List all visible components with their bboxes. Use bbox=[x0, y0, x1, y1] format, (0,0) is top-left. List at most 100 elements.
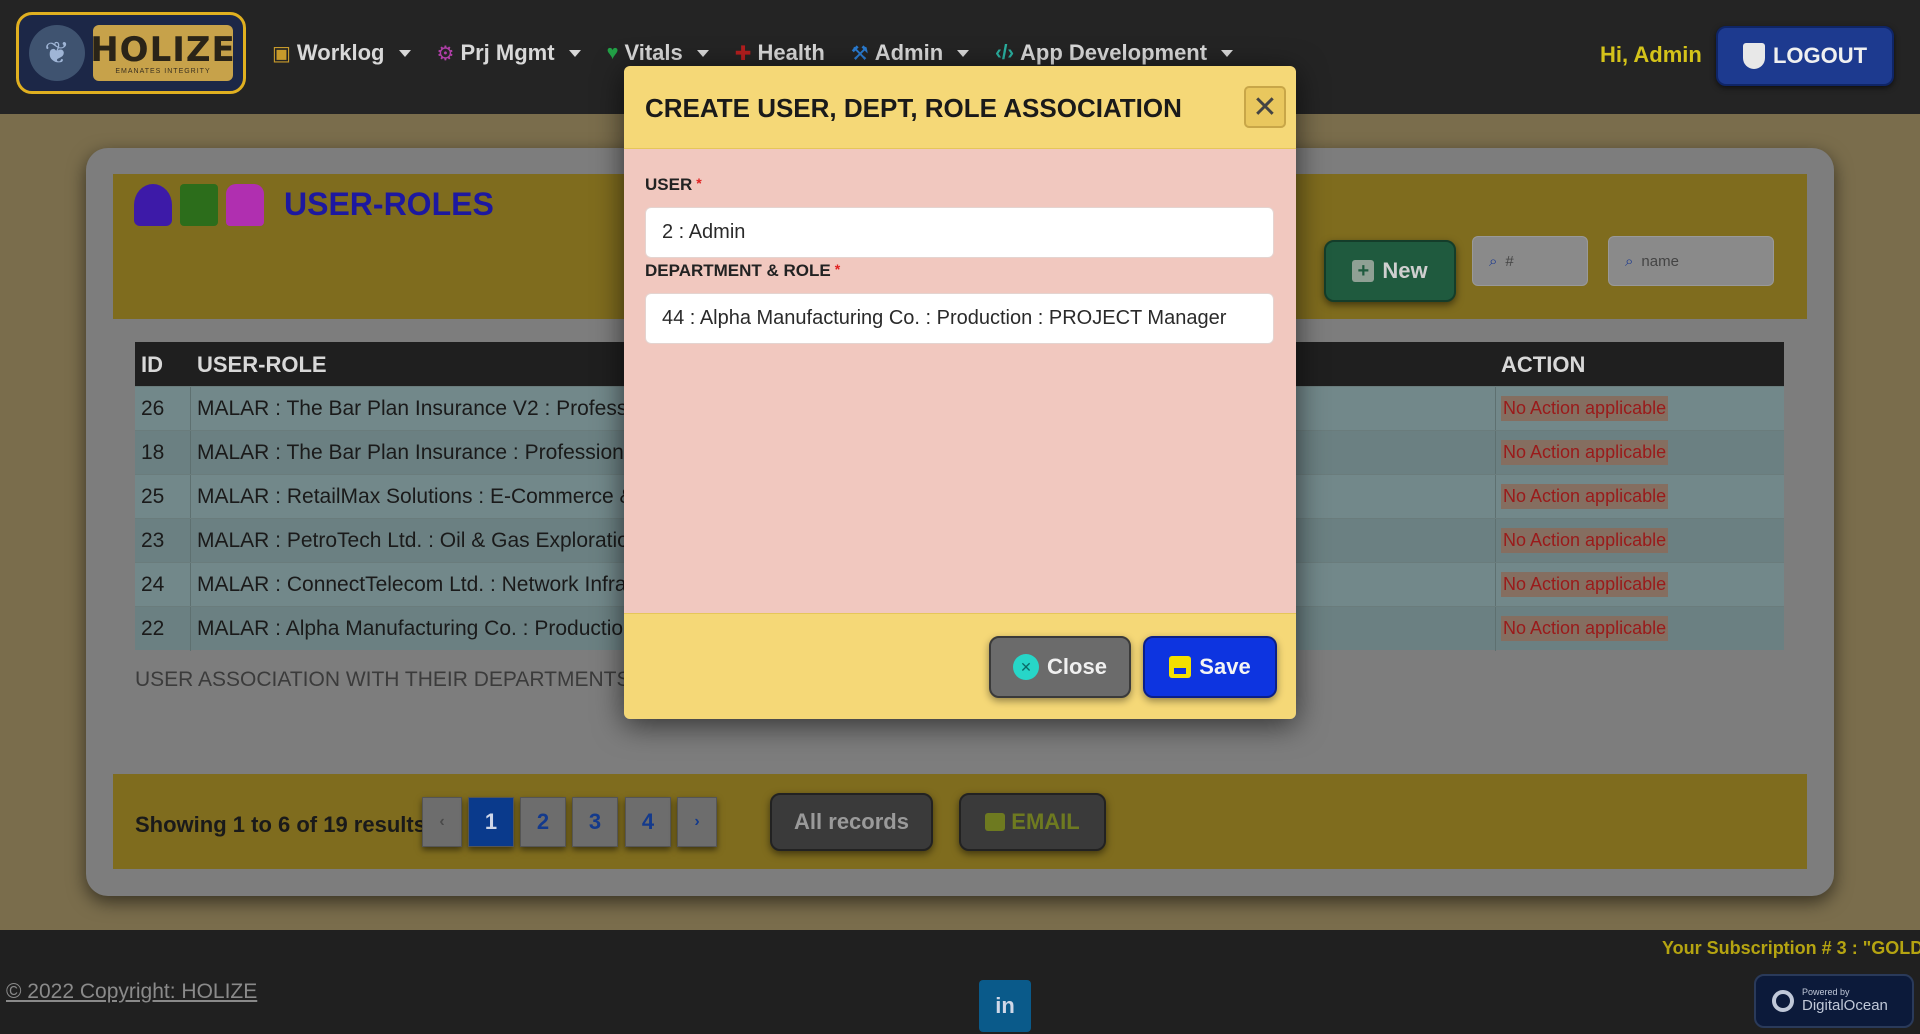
row-action-status: No Action applicable bbox=[1501, 440, 1669, 465]
search-name-input[interactable]: ⌕ name bbox=[1608, 236, 1774, 286]
digitalocean-text: Powered by DigitalOcean bbox=[1802, 987, 1888, 1015]
search-icon: ⌕ bbox=[1489, 252, 1498, 270]
save-label: Save bbox=[1199, 654, 1251, 679]
user-field-label: USER * bbox=[645, 175, 702, 195]
tree-emblem-icon: ❦ bbox=[29, 25, 85, 81]
dept-role-select[interactable]: 44 : Alpha Manufacturing Co. : Productio… bbox=[645, 293, 1274, 344]
column-header-user-role[interactable]: USER-ROLE bbox=[197, 352, 327, 378]
column-divider bbox=[190, 519, 191, 563]
search-name-placeholder: name bbox=[1641, 252, 1679, 270]
close-label: Close bbox=[1047, 654, 1107, 679]
pagination-page-3[interactable]: 3 bbox=[572, 797, 618, 847]
required-marker: * bbox=[696, 175, 702, 191]
row-action-status: No Action applicable bbox=[1501, 528, 1669, 553]
row-action-status: No Action applicable bbox=[1501, 396, 1669, 421]
row-id: 18 bbox=[141, 441, 165, 464]
chevron-down-icon bbox=[957, 49, 970, 57]
brand-textbox: HOLIZE EMANATES INTEGRITY bbox=[90, 25, 235, 81]
briefcase-icon: ▣ bbox=[272, 42, 291, 65]
building-icon bbox=[180, 184, 218, 226]
row-action-status: No Action applicable bbox=[1501, 484, 1669, 509]
page-title: USER-ROLES bbox=[284, 186, 494, 222]
powered-by-small: Powered by bbox=[1802, 987, 1850, 997]
dept-role-label-text: DEPARTMENT & ROLE bbox=[645, 261, 831, 280]
column-divider bbox=[1495, 475, 1496, 519]
logout-label: LOGOUT bbox=[1772, 43, 1868, 68]
row-id: 25 bbox=[141, 485, 165, 508]
project-icon: ⚙ bbox=[436, 42, 455, 65]
row-user-role: MALAR : The Bar Plan Insurance V2 : Prof… bbox=[197, 397, 632, 420]
nav-health[interactable]: ✚ Health bbox=[735, 40, 825, 66]
digitalocean-badge[interactable]: Powered by DigitalOcean bbox=[1754, 974, 1914, 1028]
column-header-action: ACTION bbox=[1501, 352, 1586, 377]
pagination-page-4[interactable]: 4 bbox=[625, 797, 671, 847]
nav-app-development[interactable]: ‹/› App Development bbox=[995, 40, 1234, 66]
pagination-page-1[interactable]: 1 bbox=[468, 797, 514, 847]
pagination-prev[interactable]: ‹ bbox=[422, 797, 462, 847]
email-label: EMAIL bbox=[1011, 809, 1080, 834]
plus-icon: + bbox=[1352, 260, 1375, 282]
nav-admin[interactable]: ⚒ Admin bbox=[851, 40, 970, 66]
email-icon bbox=[985, 813, 1006, 831]
row-user-role: MALAR : PetroTech Ltd. : Oil & Gas Explo… bbox=[197, 529, 629, 552]
shield-icon bbox=[1742, 43, 1765, 69]
pagination-next[interactable]: › bbox=[677, 797, 717, 847]
modal-header: CREATE USER, DEPT, ROLE ASSOCIATION ✕ bbox=[624, 66, 1296, 149]
brand-logo[interactable]: ❦ HOLIZE EMANATES INTEGRITY bbox=[16, 12, 246, 94]
column-divider bbox=[190, 475, 191, 519]
save-button[interactable]: Save bbox=[1143, 636, 1277, 698]
nav-worklog-label: Worklog bbox=[296, 40, 385, 65]
pagination-page-2[interactable]: 2 bbox=[520, 797, 566, 847]
row-action-status: No Action applicable bbox=[1501, 616, 1669, 641]
user-icon bbox=[134, 184, 172, 226]
column-divider bbox=[1495, 519, 1496, 563]
copyright-link[interactable]: © 2022 Copyright: HOLIZE bbox=[6, 980, 257, 1004]
column-divider bbox=[190, 607, 191, 651]
new-button[interactable]: + New bbox=[1324, 240, 1456, 302]
column-divider bbox=[190, 387, 191, 431]
email-button[interactable]: EMAIL bbox=[959, 793, 1106, 851]
new-label: New bbox=[1382, 258, 1428, 283]
user-label-text: USER bbox=[645, 175, 693, 194]
close-circle-icon: ✕ bbox=[1013, 654, 1040, 680]
row-user-role: MALAR : ConnectTelecom Ltd. : Network In… bbox=[197, 573, 627, 596]
logout-button[interactable]: LOGOUT bbox=[1716, 26, 1894, 86]
digitalocean-icon bbox=[1772, 990, 1794, 1012]
main-menu: ▣ Worklog ⚙ Prj Mgmt ♥ Vitals ✚ Health ⚒… bbox=[272, 40, 1234, 66]
page-footer bbox=[0, 930, 1920, 1034]
row-id: 26 bbox=[141, 397, 165, 420]
modal-close-icon[interactable]: ✕ bbox=[1244, 86, 1286, 128]
chevron-down-icon bbox=[696, 49, 709, 57]
results-summary: Showing 1 to 6 of 19 results bbox=[135, 812, 426, 837]
row-id: 22 bbox=[141, 617, 165, 640]
search-id-placeholder: # bbox=[1505, 252, 1514, 270]
linkedin-icon[interactable]: in bbox=[979, 980, 1031, 1032]
heart-icon: ♥ bbox=[606, 41, 619, 64]
column-header-id[interactable]: ID bbox=[141, 352, 163, 378]
floppy-disk-icon bbox=[1169, 656, 1192, 678]
medical-icon: ✚ bbox=[734, 42, 752, 65]
search-icon: ⌕ bbox=[1625, 252, 1634, 270]
search-id-input[interactable]: ⌕ # bbox=[1472, 236, 1588, 286]
all-records-button[interactable]: All records bbox=[770, 793, 933, 851]
close-button[interactable]: ✕ Close bbox=[989, 636, 1131, 698]
modal-title: CREATE USER, DEPT, ROLE ASSOCIATION bbox=[645, 93, 1182, 123]
table-caption: USER ASSOCIATION WITH THEIR DEPARTMENTS … bbox=[135, 668, 660, 691]
user-select[interactable]: 2 : Admin bbox=[645, 207, 1274, 258]
row-id: 23 bbox=[141, 529, 165, 552]
dept-role-field-label: DEPARTMENT & ROLE * bbox=[645, 261, 840, 281]
column-divider bbox=[190, 431, 191, 475]
nav-worklog[interactable]: ▣ Worklog bbox=[272, 40, 411, 66]
row-id: 24 bbox=[141, 573, 165, 596]
column-divider bbox=[1495, 563, 1496, 607]
row-user-role: MALAR : The Bar Plan Insurance : Profess… bbox=[197, 441, 636, 464]
nav-vitals[interactable]: ♥ Vitals bbox=[607, 40, 709, 66]
chair-icon bbox=[226, 184, 264, 226]
powered-by-label: DigitalOcean bbox=[1802, 997, 1888, 1014]
row-user-role: MALAR : Alpha Manufacturing Co. : Produc… bbox=[197, 617, 624, 640]
brand-tagline: EMANATES INTEGRITY bbox=[115, 67, 211, 75]
nav-prj-mgmt[interactable]: ⚙ Prj Mgmt bbox=[437, 40, 581, 66]
chevron-down-icon bbox=[568, 49, 581, 57]
column-divider bbox=[1495, 431, 1496, 475]
nav-vitals-label: Vitals bbox=[624, 40, 683, 65]
